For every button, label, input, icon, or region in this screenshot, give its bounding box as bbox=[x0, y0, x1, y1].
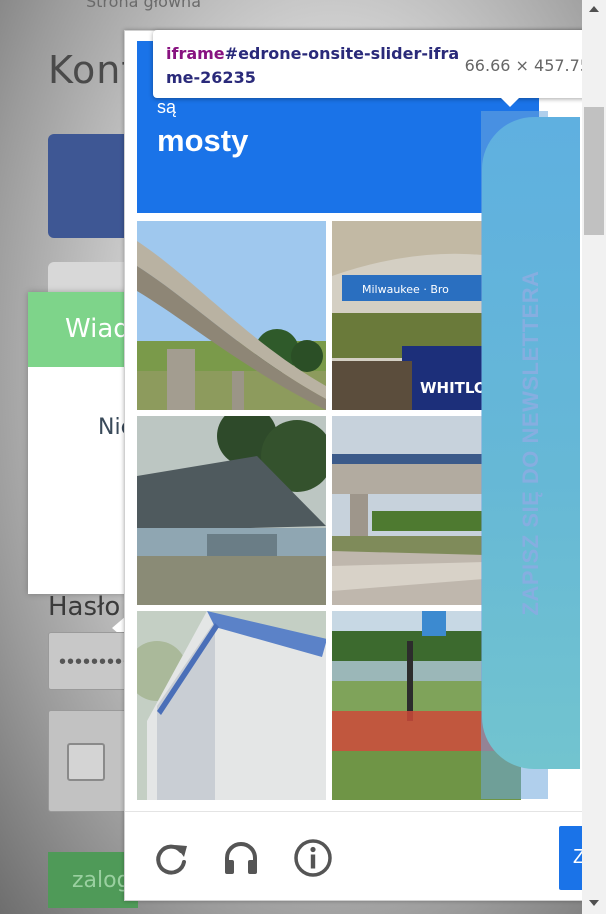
captcha-tile-shed-wall[interactable] bbox=[137, 611, 326, 800]
scrollbar-thumb[interactable] bbox=[584, 107, 604, 235]
captcha-tile-building-roof[interactable] bbox=[137, 416, 326, 605]
devtools-element-size: 66.66 × 457.75 bbox=[464, 56, 590, 75]
captcha-tile-bridge-underside[interactable] bbox=[137, 221, 326, 410]
info-icon bbox=[294, 839, 332, 877]
devtools-tooltip-arrow bbox=[500, 97, 520, 107]
headphones-icon bbox=[225, 842, 257, 874]
message-modal-title: Wiadomość bbox=[28, 292, 128, 367]
scroll-down-arrow-icon[interactable] bbox=[589, 900, 599, 906]
captcha-target-word: mosty bbox=[157, 123, 249, 158]
page-scrollbar[interactable] bbox=[582, 0, 606, 914]
captcha-verify-button[interactable]: Zweryfikuj bbox=[559, 826, 583, 890]
newsletter-slider-tab[interactable]: ZAPISZ SIĘ DO NEWSLETTERA bbox=[482, 117, 580, 769]
captcha-instruction-text: są bbox=[157, 97, 177, 117]
password-label: Hasło bbox=[48, 592, 121, 622]
svg-text:Milwaukee · Bro: Milwaukee · Bro bbox=[362, 283, 449, 296]
captcha-reload-button[interactable] bbox=[151, 838, 191, 878]
message-modal-body: Nieprawidłowe dane bbox=[98, 415, 128, 440]
bridge-underside-image bbox=[137, 221, 326, 410]
captcha-info-button[interactable] bbox=[293, 838, 333, 878]
devtools-tag: iframe bbox=[166, 44, 225, 63]
reload-icon bbox=[156, 844, 187, 875]
captcha-audio-button[interactable] bbox=[221, 838, 261, 878]
devtools-element-tooltip: iframe#edrone-onsite-slider-iframe-26235… bbox=[153, 30, 603, 107]
captcha-footer: Zweryfikuj bbox=[125, 811, 583, 900]
remember-me-checkbox[interactable] bbox=[67, 743, 105, 781]
shed-wall-image bbox=[137, 611, 326, 800]
scroll-up-arrow-icon[interactable] bbox=[589, 6, 599, 12]
breadcrumb[interactable]: Strona główna bbox=[86, 0, 201, 11]
message-modal: Wiadomość Nieprawidłowe dane bbox=[28, 292, 128, 594]
devtools-element-name: iframe#edrone-onsite-slider-iframe-26235 bbox=[166, 42, 466, 90]
building-roof-image bbox=[137, 416, 326, 605]
newsletter-label: ZAPISZ SIĘ DO NEWSLETTERA bbox=[518, 270, 543, 616]
